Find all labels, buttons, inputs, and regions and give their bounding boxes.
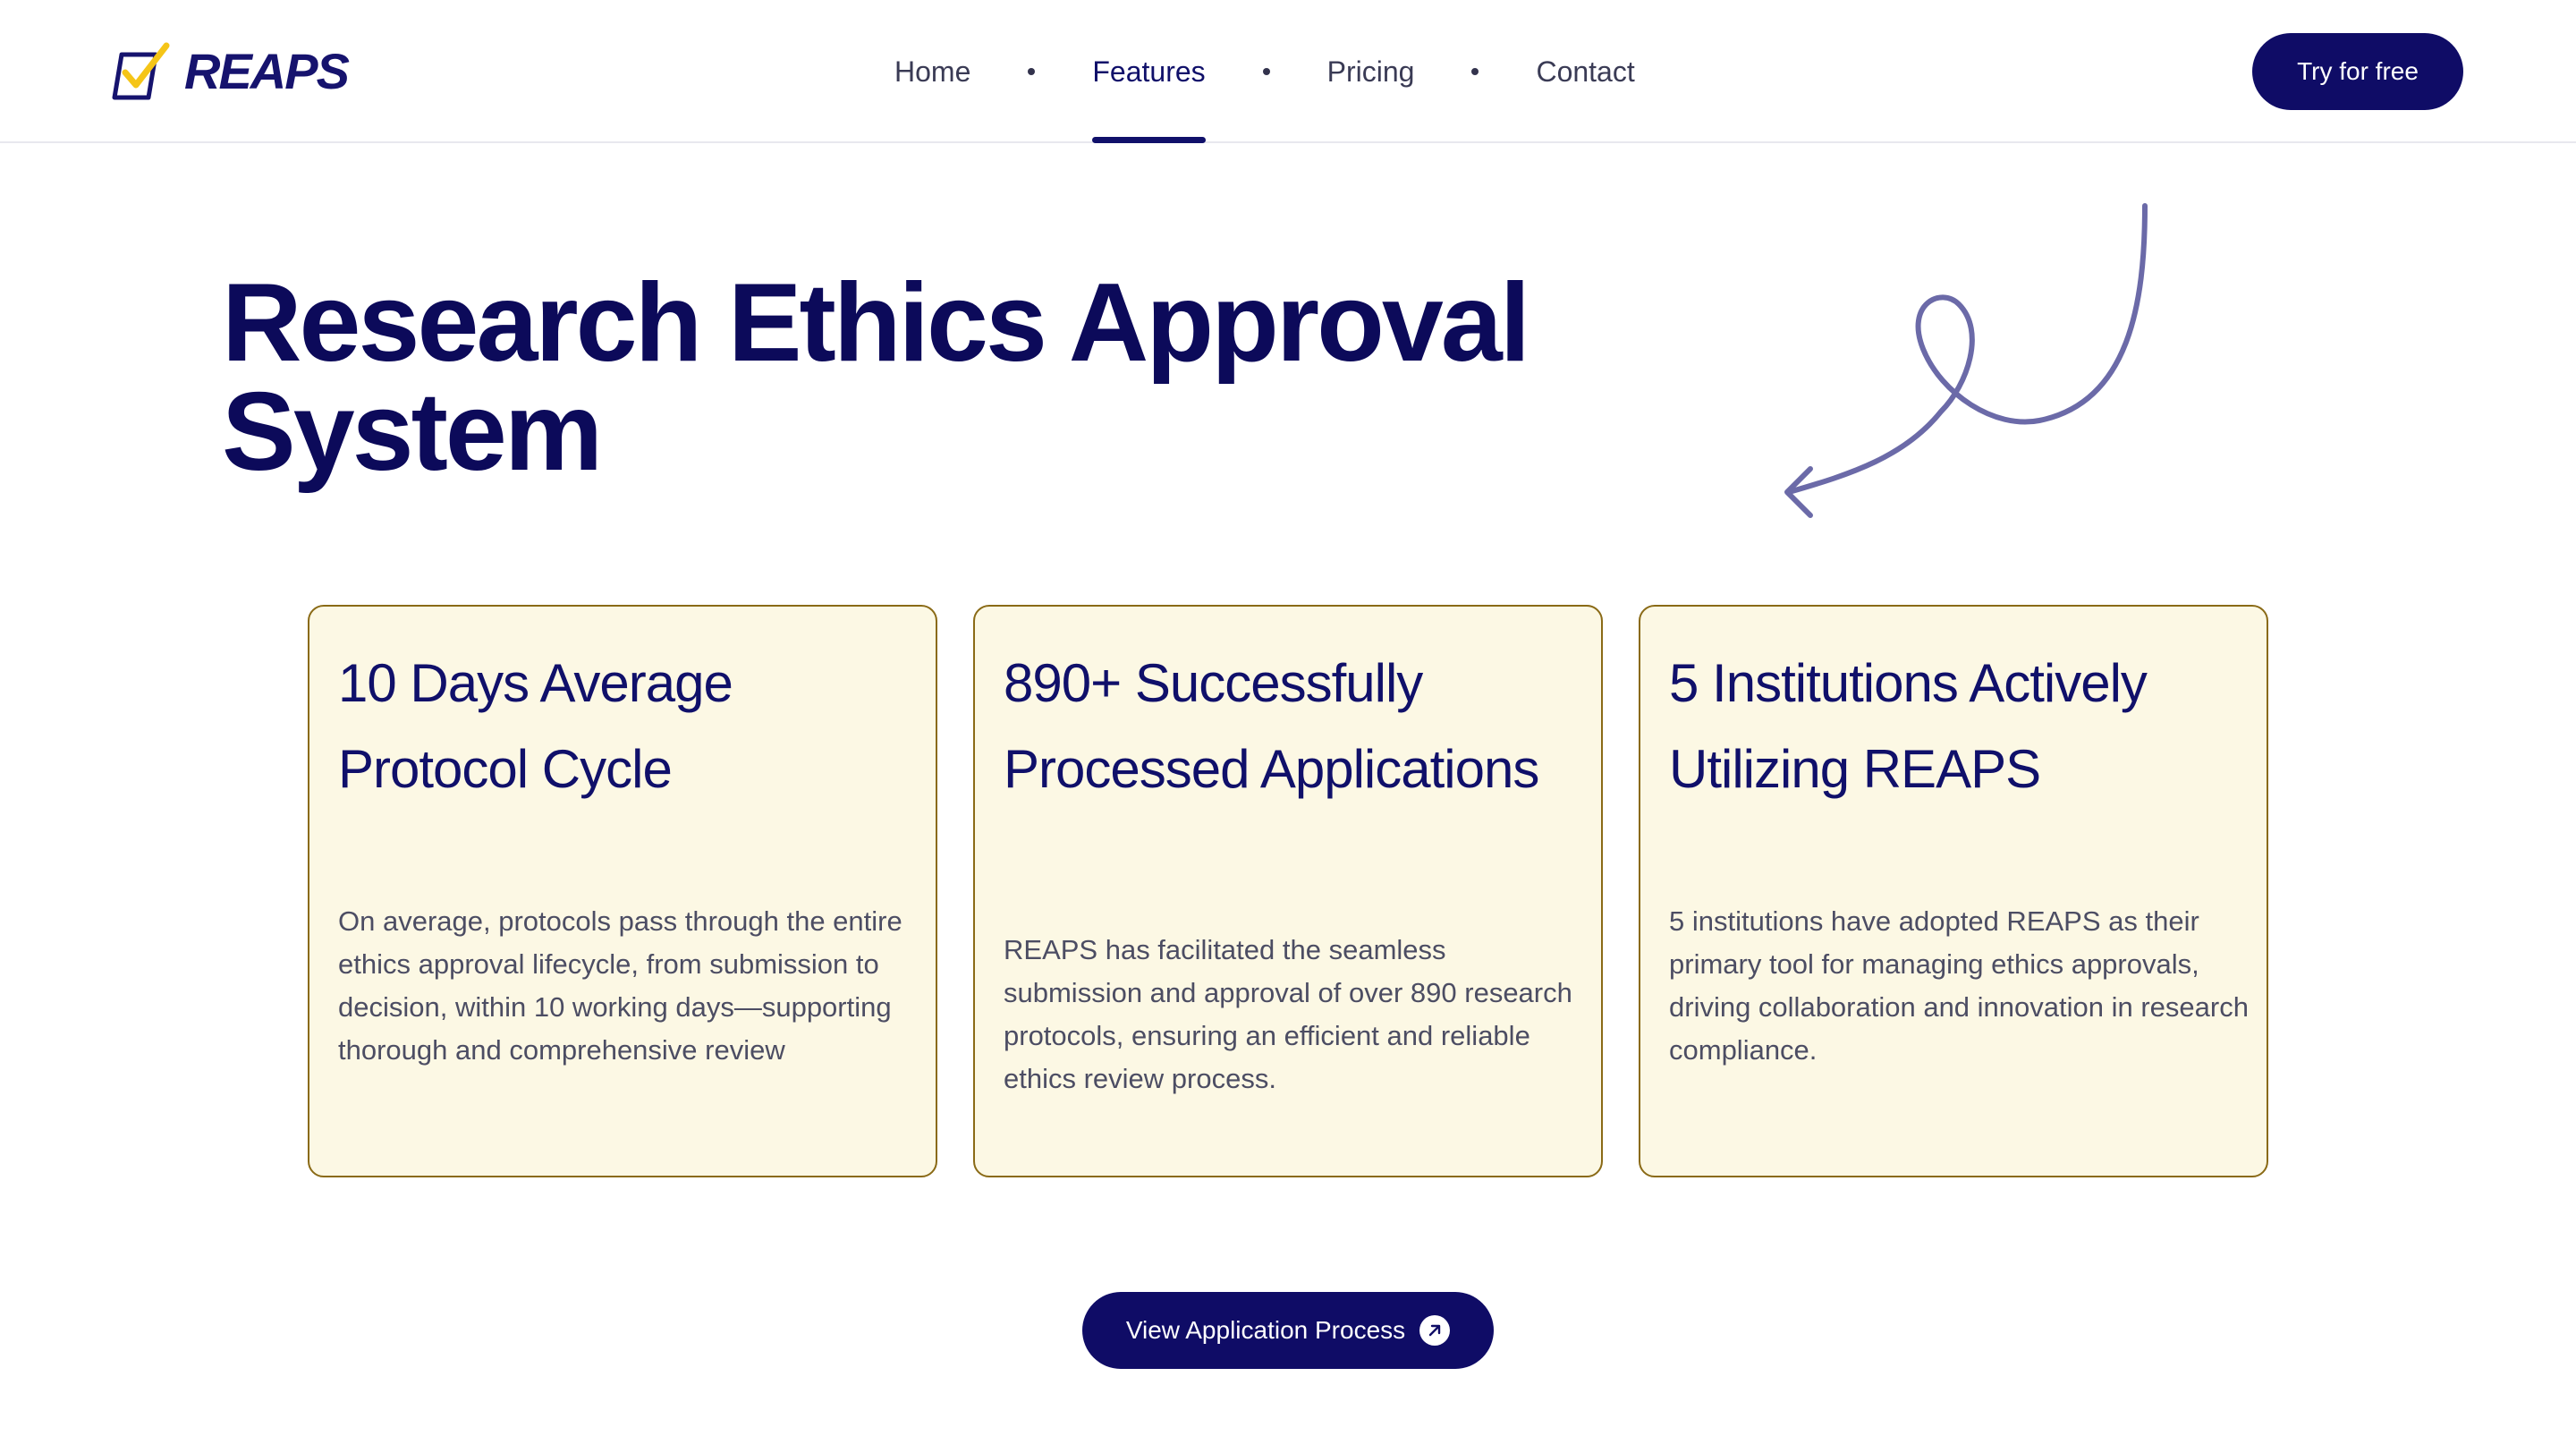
nav-separator <box>1028 68 1036 75</box>
curly-arrow-icon <box>1784 203 2148 518</box>
page-title-line-1: Research Ethics Approval <box>222 261 1530 385</box>
card-description: 5 institutions have adopted REAPS as the… <box>1669 905 2249 1066</box>
site-header: REAPS Home Features Pricing Contact Try … <box>0 0 2576 143</box>
button-label: View Application Process <box>1125 1316 1406 1344</box>
arrow-up-right-icon <box>1419 1315 1451 1346</box>
card-title: 5 Institutions Actively Utilizing REAPS <box>1669 653 2148 799</box>
card-title: 890+ Successfully Processed Applications <box>1004 653 1539 799</box>
stat-card-institutions: 5 Institutions Actively Utilizing REAPS … <box>1639 605 2268 1177</box>
card-description: On average, protocols pass through the e… <box>338 905 902 1066</box>
nav-pricing[interactable]: Pricing <box>1327 0 1415 143</box>
page-title: Research Ethics Approval System <box>222 268 1563 488</box>
nav-contact[interactable]: Contact <box>1536 0 1634 143</box>
stat-card-protocol-cycle: 10 Days Average Protocol Cycle On averag… <box>308 605 937 1177</box>
nav-separator <box>1471 68 1479 75</box>
card-title: 10 Days Average Protocol Cycle <box>338 653 733 799</box>
nav-features[interactable]: Features <box>1092 0 1206 143</box>
reaps-logo[interactable]: REAPS <box>111 39 350 104</box>
card-description: REAPS has facilitated the seamless submi… <box>1004 934 1572 1094</box>
checkbox-logo-icon <box>112 42 170 100</box>
brand-name: REAPS <box>184 43 350 99</box>
main-nav: Home Features Pricing Contact <box>894 0 1635 143</box>
view-application-process-button[interactable]: View Application Process <box>1082 1292 1494 1369</box>
nav-separator <box>1262 68 1270 75</box>
page-title-line-2: System <box>222 370 603 494</box>
try-for-free-button[interactable]: Try for free <box>2252 33 2463 110</box>
nav-home[interactable]: Home <box>894 0 970 143</box>
stats-cards: 10 Days Average Protocol Cycle On averag… <box>308 605 2268 1177</box>
stat-card-applications: 890+ Successfully Processed Applications… <box>973 605 1603 1177</box>
